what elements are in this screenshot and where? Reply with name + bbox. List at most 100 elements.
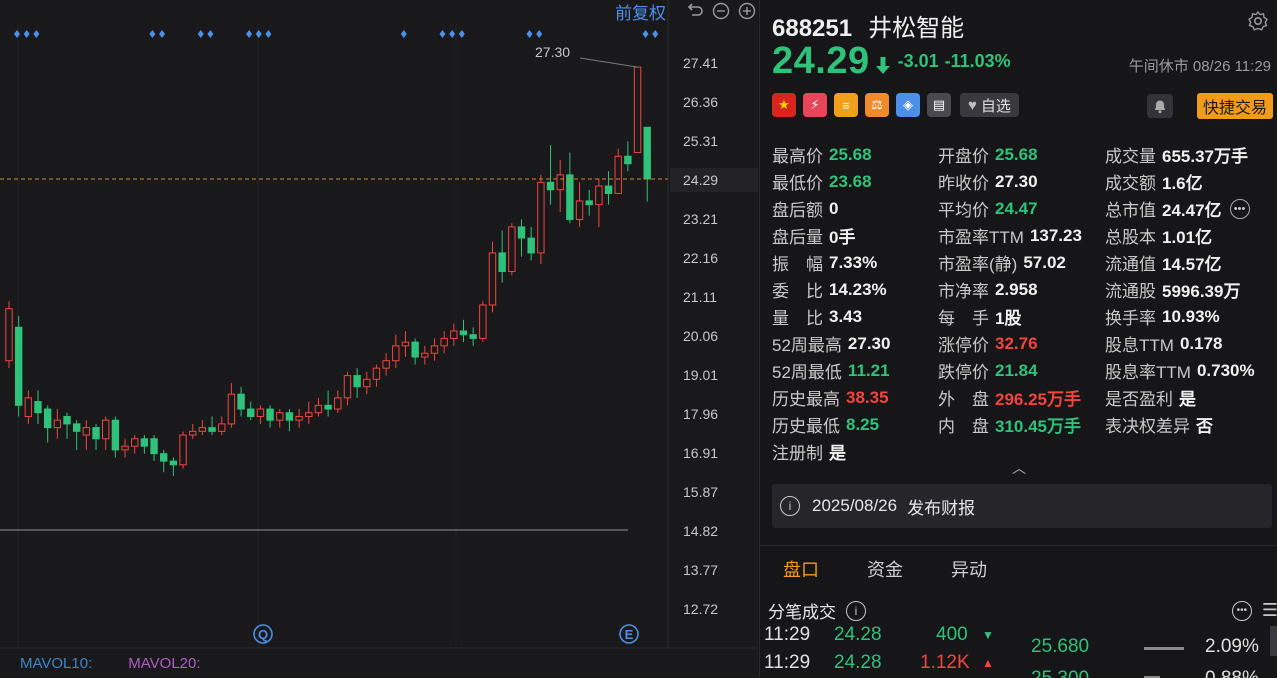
candle-body <box>401 341 410 347</box>
depth-bar <box>1144 647 1184 650</box>
balance-icon[interactable]: ⚖ <box>865 93 889 117</box>
event-marker <box>526 30 533 38</box>
stat-item: 注册制是 <box>772 439 938 464</box>
kline-chart[interactable]: 27.30 27.41 26.36 25.31 24.29 23.21 22.16 21.11… <box>0 0 758 678</box>
stat-row: 盘后额 0 平均价 24.47 总市值 24.47亿 ••• <box>772 195 1277 222</box>
candle-body <box>208 427 216 432</box>
detail-tabs: 盘口 资金 异动 <box>760 545 1277 590</box>
document-icon[interactable]: ▤ <box>927 93 951 117</box>
candle-body <box>324 404 332 410</box>
candle-body <box>305 412 313 417</box>
stat-label: 委 比 <box>772 282 823 301</box>
tab-pankou[interactable]: 盘口 <box>783 546 819 590</box>
stat-label: 昨收价 <box>938 174 989 193</box>
stat-label: 外 盘 <box>938 390 989 409</box>
stat-item: 52周最高 27.30 <box>772 331 938 356</box>
trade-price: 24.28 <box>834 652 882 673</box>
candle-body <box>363 378 371 388</box>
stat-value: 8.25 <box>846 414 880 434</box>
stat-value: 14.23% <box>829 279 887 299</box>
peak-price-annotation: 27.30 <box>535 44 570 60</box>
stat-label: 跌停价 <box>938 363 989 382</box>
stat-label: 流通股 <box>1105 282 1156 301</box>
list-item: 11:29 24.28 400 ▼ 25.680 2.09% <box>760 624 1277 657</box>
stat-item: 每 手 1股 <box>938 304 1105 329</box>
more-icon[interactable]: ••• <box>1229 198 1250 219</box>
event-marker <box>536 30 543 38</box>
stat-item: 委 比 14.23% <box>772 277 938 302</box>
tag-icon[interactable]: ◈ <box>896 93 920 117</box>
event-marker <box>265 30 272 38</box>
kline-chart-panel[interactable]: 27.30 27.41 26.36 25.31 24.29 23.21 22.16 21.11… <box>0 0 758 678</box>
price-axis-label: 22.16 <box>683 250 718 266</box>
gear-icon[interactable] <box>1247 10 1269 32</box>
stat-value: 296.25万手 <box>995 390 1081 409</box>
lightning-icon[interactable]: ⚡ <box>803 93 827 117</box>
tab-zijin[interactable]: 资金 <box>867 546 903 590</box>
candle-body <box>604 185 613 194</box>
candle-body <box>92 427 100 440</box>
stat-label: 最低价 <box>772 174 823 193</box>
stat-item: 最高价 25.68 <box>772 142 938 167</box>
trade-time: 11:29 <box>764 624 811 645</box>
database-icon[interactable]: ≡ <box>834 93 858 117</box>
candle-body <box>121 445 129 451</box>
info-icon[interactable]: i <box>846 600 866 621</box>
china-flag-icon[interactable]: ★ <box>772 93 796 117</box>
event-marker <box>642 30 649 38</box>
event-marker <box>439 30 446 38</box>
undo-icon[interactable] <box>686 2 704 20</box>
quick-trade-button[interactable]: 快捷交易 <box>1196 93 1273 119</box>
candle-body <box>63 415 71 425</box>
list-item: 11:29 24.28 1.12K ▲ 25.300 0.88% <box>760 652 1277 678</box>
price-axis-label: 13.77 <box>683 562 718 578</box>
stat-item: 股息率TTM 0.730% <box>1105 358 1277 383</box>
zoom-out-icon[interactable] <box>712 2 730 20</box>
candle-body <box>556 174 564 191</box>
stat-item: 股息TTM 0.178 <box>1105 331 1277 356</box>
candle-body <box>450 330 458 339</box>
candle-body <box>353 375 361 388</box>
stat-label: 股息TTM <box>1105 336 1174 355</box>
stat-item: 市净率 2.958 <box>938 277 1105 302</box>
stat-label: 市盈率TTM <box>938 228 1024 247</box>
stat-item: 流通值 14.57亿 <box>1105 250 1277 275</box>
current-price: 24.29 <box>772 40 870 82</box>
candle-body <box>189 430 197 436</box>
event-marker <box>652 30 659 38</box>
price-axis-label: 15.87 <box>683 484 718 500</box>
mavol10-label: MAVOL10: <box>20 655 93 672</box>
stat-item: 是否盈利是 <box>1105 385 1277 410</box>
stat-value: 310.45万手 <box>995 417 1081 436</box>
stat-item: 总股本 1.01亿 <box>1105 223 1277 248</box>
candle-body <box>469 334 477 339</box>
candle-body <box>595 185 603 206</box>
more-icon[interactable]: ••• <box>1231 600 1252 621</box>
list-icon[interactable]: ☰ <box>1262 600 1277 621</box>
candle-body <box>160 453 168 462</box>
zoom-in-icon[interactable] <box>738 2 756 20</box>
adjust-mode-button[interactable]: 前复权 <box>615 0 666 24</box>
add-watchlist-button[interactable]: ♥ 自选 <box>960 93 1019 117</box>
tab-yidong[interactable]: 异动 <box>951 546 987 590</box>
candle-body <box>382 360 390 369</box>
stat-item: 量 比 3.43 <box>772 304 938 329</box>
candle-body <box>643 126 651 180</box>
collapse-chevron-icon[interactable]: ︿ <box>1012 458 1026 478</box>
candle-body <box>72 423 81 432</box>
stat-item: 成交量 655.37万手 <box>1105 142 1277 167</box>
stat-item: 最低价 23.68 <box>772 169 938 194</box>
stat-row: 52周最低 11.21 跌停价 21.84 股息率TTM 0.730% <box>772 357 1277 384</box>
event-marker <box>159 30 166 38</box>
price-axis-label: 17.96 <box>683 406 718 422</box>
stat-item: 历史最高 38.35 <box>772 385 938 410</box>
stat-item: 表决权差异否 <box>1105 412 1277 437</box>
stat-item: 振 幅 7.33% <box>772 250 938 275</box>
earnings-report-notice[interactable]: i 2025/08/26 发布财报 <box>772 484 1272 528</box>
stat-value: 是 <box>829 444 846 463</box>
stat-item: 盘后额 0 <box>772 196 938 221</box>
stat-row: 盘后量 0手 市盈率TTM 137.23 总股本 1.01亿 <box>772 222 1277 249</box>
bell-icon[interactable] <box>1147 94 1173 118</box>
candle-body <box>527 237 535 254</box>
stat-label: 表决权差异 <box>1105 417 1190 436</box>
